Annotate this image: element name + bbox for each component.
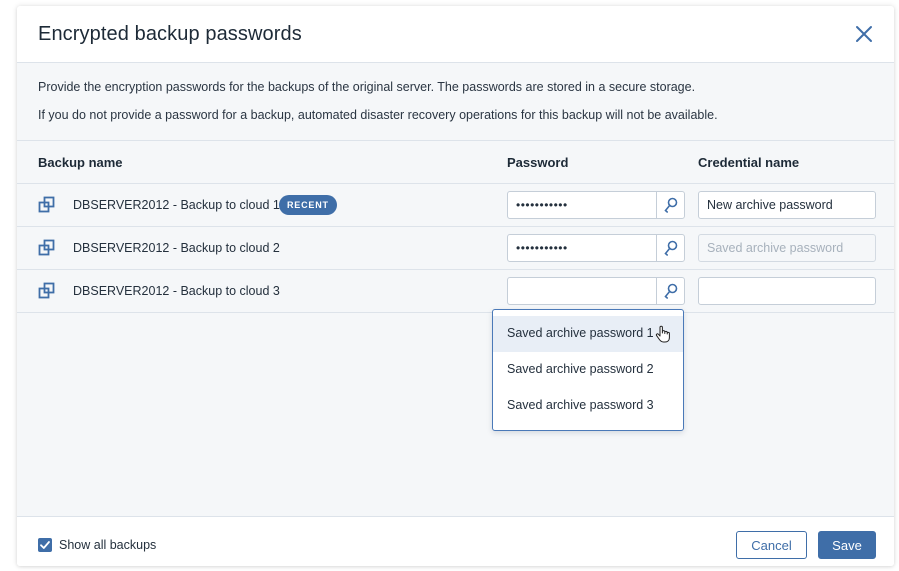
credential-name-input[interactable] (698, 234, 876, 262)
password-field[interactable]: ••••••••••• (507, 191, 685, 219)
backup-stack-icon (38, 282, 55, 299)
dropdown-option-label: Saved archive password 1 (507, 326, 654, 340)
credential-name-input[interactable] (698, 277, 876, 305)
dropdown-option-label: Saved archive password 3 (507, 398, 654, 412)
table-row: DBSERVER2012 - Backup to cloud 2 •••••••… (17, 227, 894, 270)
table-row: DBSERVER2012 - Backup to cloud 3 (17, 270, 894, 313)
header-credential-name: Credential name (698, 155, 800, 170)
key-icon (664, 197, 678, 213)
key-icon (664, 240, 678, 256)
backup-name: DBSERVER2012 - Backup to cloud 2 (73, 241, 280, 255)
show-all-backups-checkbox[interactable] (38, 538, 52, 552)
close-icon (856, 26, 872, 42)
dropdown-option[interactable]: Saved archive password 1 (493, 316, 683, 352)
password-value: ••••••••••• (516, 241, 568, 255)
dropdown-option-label: Saved archive password 2 (507, 362, 654, 376)
encrypted-backup-passwords-dialog: Encrypted backup passwords Provide the e… (17, 6, 894, 566)
checkmark-icon (40, 541, 50, 549)
show-all-backups-label[interactable]: Show all backups (59, 538, 156, 552)
recent-badge: RECENT (279, 195, 337, 215)
saved-password-button[interactable] (656, 278, 684, 304)
hand-pointer-icon (655, 325, 670, 343)
table-row: DBSERVER2012 - Backup to cloud 1 RECENT … (17, 184, 894, 227)
dialog-header: Encrypted backup passwords (17, 6, 894, 63)
dropdown-option[interactable]: Saved archive password 3 (493, 388, 683, 424)
backup-stack-icon (38, 239, 55, 256)
table-header: Backup name Password Credential name (17, 141, 894, 184)
header-password: Password (507, 155, 569, 170)
credential-name-input[interactable] (698, 191, 876, 219)
saved-passwords-dropdown: Saved archive password 1 Saved archive p… (492, 309, 684, 431)
info-text-1: Provide the encryption passwords for the… (38, 80, 696, 94)
info-panel: Provide the encryption passwords for the… (17, 63, 894, 141)
cancel-button[interactable]: Cancel (736, 531, 807, 559)
backup-name: DBSERVER2012 - Backup to cloud 1 (73, 198, 280, 212)
dropdown-option[interactable]: Saved archive password 2 (493, 352, 683, 388)
password-field[interactable] (507, 277, 685, 305)
password-value: ••••••••••• (516, 198, 568, 212)
save-button[interactable]: Save (818, 531, 876, 559)
backup-name: DBSERVER2012 - Backup to cloud 3 (73, 284, 280, 298)
backup-stack-icon (38, 196, 55, 213)
saved-password-button[interactable] (656, 235, 684, 261)
info-text-2: If you do not provide a password for a b… (38, 108, 718, 122)
dialog-body: Provide the encryption passwords for the… (17, 63, 894, 516)
password-field[interactable]: ••••••••••• (507, 234, 685, 262)
saved-password-button[interactable] (656, 192, 684, 218)
close-button[interactable] (852, 22, 876, 46)
dialog-footer: Show all backups Cancel Save (17, 516, 894, 566)
header-backup-name: Backup name (38, 155, 123, 170)
dialog-title: Encrypted backup passwords (38, 23, 302, 45)
key-icon (664, 283, 678, 299)
